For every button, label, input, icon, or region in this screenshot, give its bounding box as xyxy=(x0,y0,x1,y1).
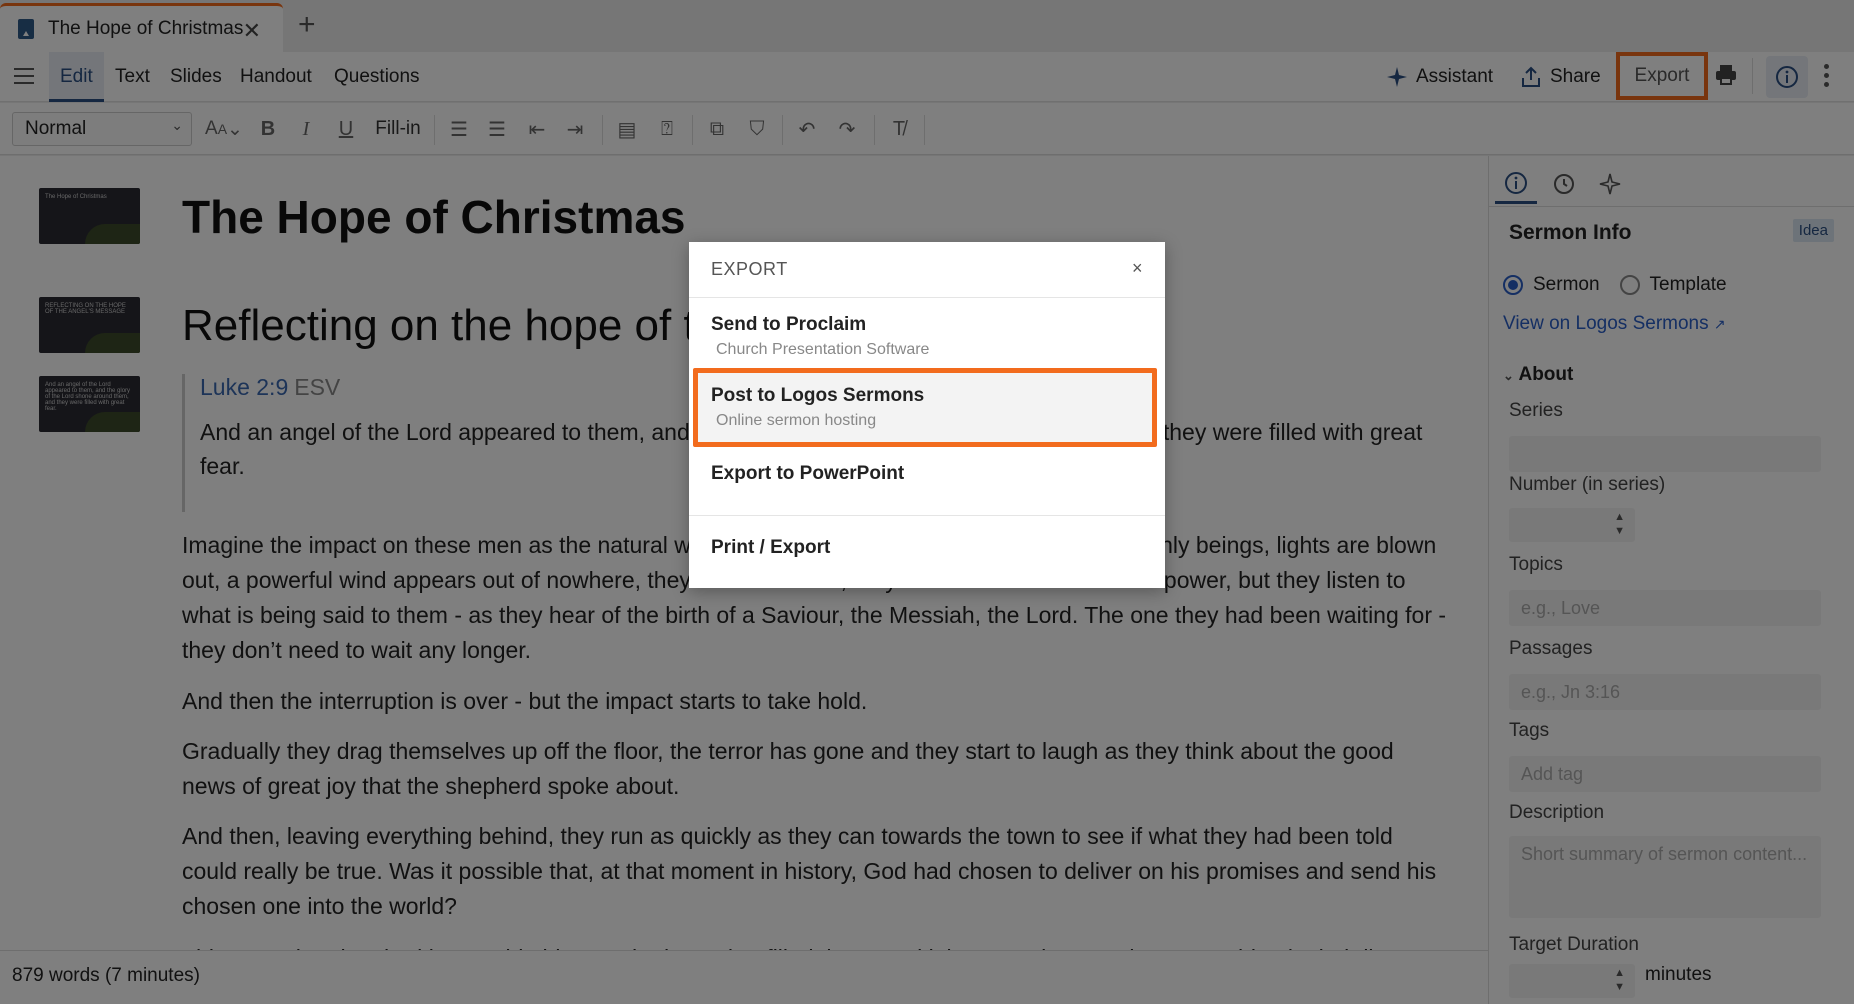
option-sublabel: Online sermon hosting xyxy=(716,412,877,429)
dialog-divider xyxy=(689,515,1165,516)
close-icon[interactable]: × xyxy=(1132,258,1143,279)
print-export-option[interactable]: Print / Export xyxy=(689,537,1165,559)
option-label: Print / Export xyxy=(711,537,831,558)
option-label: Send to Proclaim xyxy=(711,314,867,335)
option-label: Post to Logos Sermons xyxy=(711,385,925,406)
option-sublabel: Church Presentation Software xyxy=(716,341,930,358)
option-label: Export to PowerPoint xyxy=(711,463,905,484)
send-to-proclaim-option[interactable]: Send to Proclaim Church Presentation Sof… xyxy=(689,314,1165,359)
export-dialog-header: EXPORT × xyxy=(689,242,1165,298)
export-to-powerpoint-option[interactable]: Export to PowerPoint xyxy=(689,463,1165,485)
export-dialog: EXPORT × Send to Proclaim Church Present… xyxy=(689,242,1165,588)
post-to-logos-sermons-option[interactable]: Post to Logos Sermons Online sermon host… xyxy=(693,368,1157,447)
export-dialog-title: EXPORT xyxy=(711,259,788,279)
